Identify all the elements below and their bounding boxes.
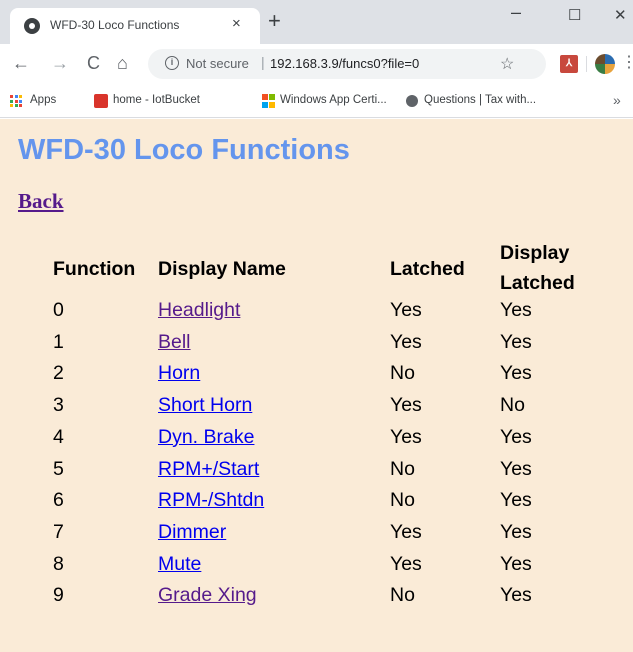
window-close-icon[interactable]: ✕ bbox=[614, 6, 627, 24]
display-latched-value: Yes bbox=[500, 330, 532, 353]
display-latched-value: Yes bbox=[500, 457, 532, 480]
header-display-name: Display Name bbox=[158, 258, 286, 280]
display-latched-value: Yes bbox=[500, 425, 532, 448]
latched-value: Yes bbox=[390, 330, 422, 353]
latched-value: No bbox=[390, 489, 415, 512]
display-latched-value: Yes bbox=[500, 584, 532, 607]
function-name-link[interactable]: Bell bbox=[158, 331, 191, 354]
latched-value: Yes bbox=[390, 394, 422, 417]
function-name-link[interactable]: Mute bbox=[158, 553, 201, 576]
latched-value: No bbox=[390, 584, 415, 607]
function-number: 3 bbox=[53, 394, 64, 417]
function-number: 2 bbox=[53, 362, 64, 385]
header-function: Function bbox=[53, 258, 136, 280]
pdf-extension-icon[interactable]: ⅄ bbox=[560, 55, 578, 73]
function-name-link[interactable]: Grade Xing bbox=[158, 584, 257, 607]
page-favicon-icon bbox=[24, 18, 40, 34]
questions-icon bbox=[406, 95, 418, 107]
security-label: Not secure bbox=[186, 56, 249, 71]
back-arrow-icon[interactable]: ← bbox=[12, 53, 30, 73]
back-link[interactable]: Back bbox=[18, 189, 64, 214]
latched-value: Yes bbox=[390, 299, 422, 321]
latched-value: Yes bbox=[390, 425, 422, 448]
url-separator: | bbox=[261, 54, 265, 70]
display-latched-value: Yes bbox=[500, 362, 532, 385]
page-title: WFD-30 Loco Functions bbox=[18, 134, 350, 166]
function-name-link[interactable]: Horn bbox=[158, 362, 200, 385]
bookmarks-bar: Apps home - IotBucket Windows App Certi.… bbox=[0, 84, 633, 118]
home-icon[interactable]: ⌂ bbox=[117, 53, 128, 73]
function-number: 8 bbox=[53, 552, 64, 575]
bookmark-apps[interactable]: Apps bbox=[30, 94, 56, 106]
function-number: 6 bbox=[53, 489, 64, 512]
function-name-link[interactable]: RPM-/Shtdn bbox=[158, 489, 264, 512]
function-name-link[interactable]: Dimmer bbox=[158, 521, 226, 544]
profile-avatar[interactable] bbox=[595, 54, 615, 74]
tab-title: WFD-30 Loco Functions bbox=[50, 18, 180, 32]
latched-value: Yes bbox=[390, 520, 422, 543]
display-latched-value: Yes bbox=[500, 520, 532, 543]
tab-close-icon[interactable]: × bbox=[232, 15, 241, 32]
display-latched-value: No bbox=[500, 394, 525, 417]
info-icon[interactable]: i bbox=[165, 56, 179, 70]
display-latched-value: Yes bbox=[500, 299, 532, 321]
minimize-icon[interactable]: – bbox=[511, 2, 521, 23]
function-number: 7 bbox=[53, 520, 64, 543]
function-number: 9 bbox=[53, 584, 64, 607]
reload-icon[interactable]: C bbox=[87, 53, 100, 73]
toolbar-divider bbox=[586, 56, 587, 72]
latched-value: Yes bbox=[390, 552, 422, 575]
menu-dots-icon[interactable]: ⋮ bbox=[621, 53, 633, 73]
maximize-icon[interactable]: ☐ bbox=[568, 6, 581, 24]
page-content: WFD-30 Loco Functions Back Function Disp… bbox=[0, 119, 633, 652]
display-latched-value: Yes bbox=[500, 489, 532, 512]
forward-arrow-icon[interactable]: → bbox=[51, 53, 69, 73]
browser-tab[interactable]: WFD-30 Loco Functions × bbox=[10, 8, 260, 44]
function-number: 4 bbox=[53, 425, 64, 448]
address-bar[interactable]: i Not secure | 192.168.3.9/funcs0?file=0… bbox=[148, 49, 546, 79]
bookmark-windows-app-cert[interactable]: Windows App Certi... bbox=[280, 94, 387, 106]
header-latched: Latched bbox=[390, 258, 465, 280]
function-number: 5 bbox=[53, 457, 64, 480]
bookmark-iotbucket[interactable]: home - IotBucket bbox=[113, 94, 200, 106]
url-text[interactable]: 192.168.3.9/funcs0?file=0 bbox=[270, 56, 419, 71]
iotbucket-icon bbox=[94, 94, 108, 108]
latched-value: No bbox=[390, 457, 415, 480]
title-bar: WFD-30 Loco Functions × + – ☐ ✕ bbox=[0, 0, 633, 44]
function-name-link[interactable]: Dyn. Brake bbox=[158, 426, 254, 449]
latched-value: No bbox=[390, 362, 415, 385]
function-number: 1 bbox=[53, 330, 64, 353]
function-number: 0 bbox=[53, 299, 64, 321]
header-display-latched-line1: Display bbox=[500, 242, 570, 264]
windows-logo-icon bbox=[262, 94, 276, 108]
browser-toolbar: ← → C ⌂ i Not secure | 192.168.3.9/funcs… bbox=[0, 44, 633, 84]
function-name-link[interactable]: Headlight bbox=[158, 299, 240, 322]
display-latched-value: Yes bbox=[500, 552, 532, 575]
bookmark-questions[interactable]: Questions | Tax with... bbox=[424, 94, 536, 106]
function-name-link[interactable]: RPM+/Start bbox=[158, 458, 259, 481]
new-tab-icon[interactable]: + bbox=[268, 10, 281, 32]
header-display-latched-line2: Latched bbox=[500, 272, 575, 294]
function-name-link[interactable]: Short Horn bbox=[158, 394, 252, 417]
apps-grid-icon[interactable] bbox=[10, 95, 22, 107]
bookmarks-overflow-icon[interactable]: » bbox=[613, 92, 621, 108]
bookmark-star-icon[interactable]: ☆ bbox=[500, 54, 514, 74]
